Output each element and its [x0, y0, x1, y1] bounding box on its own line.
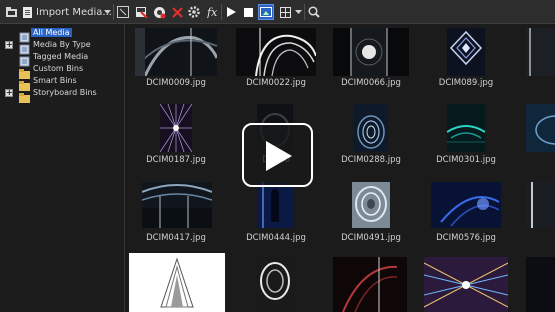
toolbar-separator — [304, 4, 305, 20]
delete-icon[interactable] — [170, 4, 184, 20]
media-filename: DCIM0288.jpg — [341, 155, 401, 165]
media-thumbnail — [447, 104, 485, 152]
media-thumbnail — [257, 182, 293, 228]
toolbar: Import Media... fx — [0, 0, 555, 24]
properties-icon[interactable] — [152, 4, 166, 20]
tree-item-label: Tagged Media — [33, 52, 89, 61]
media-filename: DCIM0301.jpg — [436, 155, 496, 165]
gear-icon[interactable] — [187, 4, 201, 20]
media-thumbnail — [431, 182, 501, 228]
media-remove-icon[interactable] — [134, 4, 148, 20]
media-thumbnail — [526, 182, 555, 228]
preview-icon[interactable] — [258, 4, 274, 20]
import-dropdown-icon[interactable] — [102, 4, 112, 20]
media-filename: DCIM0187.jpg — [146, 155, 206, 165]
video-play-button[interactable] — [242, 123, 313, 187]
tree-item-label: Smart Bins — [33, 76, 77, 85]
tree-item-label: Storyboard Bins — [33, 88, 97, 97]
toolbar-separator — [221, 4, 222, 20]
tree-item-label: Custom Bins — [33, 64, 84, 73]
media-filename: DCIM089.jpg — [438, 78, 494, 88]
media-thumbnail — [526, 28, 555, 76]
zoom-icon[interactable] — [307, 4, 321, 20]
media-thumbnail — [354, 104, 388, 152]
media-filename: DCIM0491.jpg — [341, 233, 401, 243]
play-icon[interactable] — [225, 4, 237, 20]
media-thumbnail — [135, 28, 217, 76]
media-filename: DCIM0022.jpg — [246, 78, 306, 88]
tree-item-label: All Media — [31, 28, 72, 37]
media-thumbnail — [424, 257, 508, 312]
svg-text:fx: fx — [206, 6, 218, 18]
expand-icon[interactable]: + — [5, 89, 13, 97]
media-grid: DCIM0009.jpg DCIM0022.jpg DCIM0066.jpg D… — [126, 24, 555, 312]
media-thumbnail — [129, 253, 225, 312]
media-thumbnail — [352, 182, 390, 228]
media-thumbnail — [447, 28, 485, 76]
import-folder-icon[interactable] — [4, 4, 18, 20]
import-media-button[interactable]: Import Media... — [36, 4, 112, 20]
bin-tree: All Media + Media By Type Tagged Media C… — [0, 24, 125, 312]
media-filename: DCIM0066.jpg — [341, 78, 401, 88]
media-filename: DCIM0009.jpg — [146, 78, 206, 88]
fx-icon[interactable]: fx — [205, 4, 219, 20]
views-dropdown-icon[interactable] — [294, 4, 302, 20]
media-browser-window: Import Media... fx All Media + Media By … — [0, 0, 555, 312]
folder-icon — [19, 88, 30, 107]
expand-icon[interactable]: + — [5, 41, 13, 49]
media-thumbnail — [333, 257, 407, 312]
media-thumbnail — [160, 104, 192, 152]
toolbar-separator — [113, 4, 114, 20]
media-thumbnail — [142, 182, 212, 228]
media-filename: DCIM0417.jpg — [146, 233, 206, 243]
media-filename: DCIM0444.jpg — [246, 233, 306, 243]
media-thumbnail — [333, 28, 409, 76]
import-media-icon[interactable] — [20, 4, 34, 20]
tree-item-label: Media By Type — [33, 40, 91, 49]
media-thumbnail — [257, 257, 293, 312]
media-thumbnail — [526, 104, 555, 152]
media-thumbnail — [526, 257, 555, 312]
views-icon[interactable] — [278, 4, 292, 20]
sizing-icon[interactable] — [116, 4, 130, 20]
media-filename: DCIM0576.jpg — [436, 233, 496, 243]
media-thumbnail — [236, 28, 316, 76]
play-icon — [266, 141, 292, 171]
stop-icon[interactable] — [242, 4, 254, 20]
